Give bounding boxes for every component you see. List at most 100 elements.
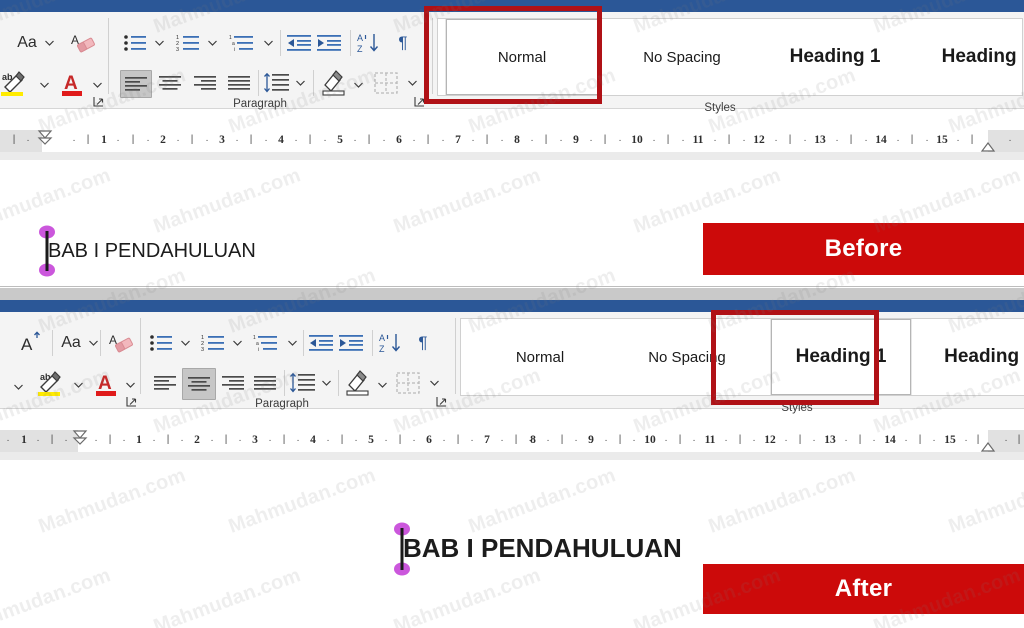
ruler-minor-mark: · bbox=[904, 435, 908, 446]
decrease-indent-button[interactable] bbox=[308, 332, 334, 354]
align-left-button[interactable] bbox=[150, 370, 180, 396]
align-center-button[interactable] bbox=[155, 70, 185, 96]
justify-button[interactable] bbox=[224, 70, 254, 96]
line-spacing-chevron-down-icon[interactable] bbox=[296, 80, 305, 86]
change-case-chevron-down-icon[interactable] bbox=[89, 340, 98, 346]
font-underline-chevron-down-icon[interactable] bbox=[14, 384, 23, 390]
multilevel-list-button[interactable]: 1 a i bbox=[252, 332, 280, 354]
increase-indent-button[interactable] bbox=[338, 332, 364, 354]
style-item-heading-2[interactable]: Heading 2 bbox=[917, 319, 1024, 395]
ruler-tick-7: 7 bbox=[455, 134, 461, 146]
before-ribbon: Aa A ab A 1 2 3 1 a i A Z ¶ Paragraph No… bbox=[0, 12, 1024, 114]
shading-chevron-down-icon[interactable] bbox=[354, 82, 363, 88]
font-color-chevron-down-icon[interactable] bbox=[93, 82, 102, 88]
style-item-heading-1[interactable]: Heading 1 bbox=[760, 19, 910, 95]
numbered-list-button[interactable]: 1 2 3 bbox=[200, 332, 226, 354]
change-case-chevron-down-icon[interactable] bbox=[45, 40, 54, 46]
font-group-dialog-launcher[interactable] bbox=[126, 396, 138, 408]
ruler-minor-mark: | bbox=[514, 434, 518, 445]
ruler-tick-11: 11 bbox=[704, 434, 716, 446]
grow-font-separator bbox=[52, 330, 53, 356]
line-spacing-button[interactable] bbox=[262, 70, 290, 96]
show-formatting-marks-button[interactable]: ¶ bbox=[392, 30, 414, 56]
multilevel-list-button[interactable]: 1 a i bbox=[228, 32, 256, 54]
ruler-minor-mark: · bbox=[559, 135, 563, 146]
style-item-no-spacing[interactable]: No Spacing bbox=[613, 319, 761, 395]
ruler-tick-13: 13 bbox=[814, 134, 826, 146]
ruler-minor-mark: | bbox=[738, 434, 742, 445]
borders-button[interactable] bbox=[372, 70, 400, 96]
style-item-heading-1[interactable]: Heading 1 bbox=[770, 319, 912, 395]
align-right-button[interactable] bbox=[190, 70, 220, 96]
clear-formatting-separator bbox=[100, 330, 101, 356]
borders-chevron-down-icon[interactable] bbox=[430, 380, 439, 386]
align-left-button[interactable] bbox=[120, 70, 152, 98]
line-spacing-button[interactable] bbox=[288, 370, 316, 396]
ruler-minor-mark: | bbox=[426, 134, 430, 145]
text-highlight-color-button[interactable]: ab bbox=[0, 68, 34, 98]
change-case-button[interactable]: Aa bbox=[56, 332, 86, 354]
font-color-button[interactable]: A bbox=[92, 368, 122, 398]
ruler-minor-mark: · bbox=[803, 135, 807, 146]
paragraph-group-dialog-launcher[interactable] bbox=[436, 396, 448, 408]
paragraph-group-dialog-launcher[interactable] bbox=[414, 96, 426, 108]
before-heading-text[interactable]: BAB I PENDAHULUAN bbox=[48, 240, 256, 263]
after-ruler[interactable]: · 1 · | · · | · 1 · | · 2 · | · 3 · | · … bbox=[0, 430, 1024, 453]
show-formatting-marks-button[interactable]: ¶ bbox=[412, 330, 434, 356]
ruler-minor-mark: · bbox=[724, 435, 728, 446]
style-item-heading-2[interactable]: Heading 2 bbox=[912, 19, 1022, 95]
decrease-indent-button[interactable] bbox=[286, 32, 312, 54]
ruler-minor-mark: | bbox=[224, 434, 228, 445]
shading-button[interactable] bbox=[342, 368, 372, 398]
text-highlight-color-button[interactable]: ab bbox=[36, 368, 70, 398]
borders-chevron-down-icon[interactable] bbox=[408, 80, 417, 86]
sort-az-button[interactable]: A Z bbox=[378, 330, 404, 356]
clear-formatting-button[interactable]: A bbox=[68, 30, 98, 56]
style-item-normal[interactable]: Normal bbox=[467, 319, 613, 395]
multilevel-list-chevron-down-icon[interactable] bbox=[264, 40, 273, 46]
style-item-normal[interactable]: Normal bbox=[445, 19, 599, 95]
clear-formatting-button[interactable]: A bbox=[106, 330, 136, 356]
increase-indent-button[interactable] bbox=[316, 32, 342, 54]
text-highlight-chevron-down-icon[interactable] bbox=[40, 82, 49, 88]
ruler-minor-mark: · bbox=[500, 135, 504, 146]
line-spacing-chevron-down-icon[interactable] bbox=[322, 380, 331, 386]
font-color-chevron-down-icon[interactable] bbox=[126, 382, 135, 388]
text-highlight-chevron-down-icon[interactable] bbox=[74, 382, 83, 388]
change-case-button[interactable]: Aa bbox=[12, 32, 42, 54]
numbered-list-chevron-down-icon[interactable] bbox=[233, 340, 242, 346]
ruler-minor-mark: | bbox=[618, 434, 622, 445]
bulleted-list-chevron-down-icon[interactable] bbox=[181, 340, 190, 346]
before-styles-gallery[interactable]: Normal No Spacing Heading 1 Heading 2 bbox=[437, 18, 1023, 96]
ruler-minor-mark: · bbox=[500, 435, 504, 446]
grow-font-button[interactable]: A bbox=[18, 330, 46, 356]
sort-az-button[interactable]: A Z bbox=[356, 30, 382, 56]
after-heading-text[interactable]: BAB I PENDAHULUAN bbox=[403, 533, 682, 564]
bulleted-list-button[interactable] bbox=[122, 32, 148, 54]
left-indent-markers[interactable] bbox=[37, 130, 53, 152]
multilevel-list-chevron-down-icon[interactable] bbox=[288, 340, 297, 346]
style-label: Heading 2 bbox=[944, 346, 1024, 367]
numbered-list-button[interactable]: 1 2 3 bbox=[175, 32, 201, 54]
svg-text:A: A bbox=[21, 335, 33, 354]
font-color-button[interactable]: A bbox=[58, 68, 88, 98]
style-item-no-spacing[interactable]: No Spacing bbox=[606, 19, 758, 95]
bulleted-list-button[interactable] bbox=[148, 332, 174, 354]
ruler-minor-mark: | bbox=[603, 134, 607, 145]
justify-button[interactable] bbox=[250, 370, 280, 396]
after-panel: A Aa A ab A 1 2 3 1 a i A Z ¶ Paragraph … bbox=[0, 300, 1024, 628]
bulleted-list-chevron-down-icon[interactable] bbox=[155, 40, 164, 46]
ruler-minor-mark: · bbox=[6, 435, 10, 446]
shading-chevron-down-icon[interactable] bbox=[378, 382, 387, 388]
numbered-list-chevron-down-icon[interactable] bbox=[208, 40, 217, 46]
align-center-button[interactable] bbox=[182, 368, 216, 400]
shading-button[interactable] bbox=[318, 68, 348, 98]
after-styles-gallery[interactable]: Normal No Spacing Heading 1 Heading 2 bbox=[460, 318, 1024, 396]
ruler-minor-mark: | bbox=[50, 434, 54, 445]
align-right-button[interactable] bbox=[218, 370, 248, 396]
borders-button[interactable] bbox=[394, 370, 422, 396]
before-ruler[interactable]: | · · | 1 · | · 2 · | · 3 · | · 4 · | · … bbox=[0, 130, 1024, 153]
indent-separator bbox=[280, 30, 281, 56]
left-indent-markers[interactable] bbox=[72, 430, 88, 452]
font-group-dialog-launcher[interactable] bbox=[93, 96, 105, 108]
